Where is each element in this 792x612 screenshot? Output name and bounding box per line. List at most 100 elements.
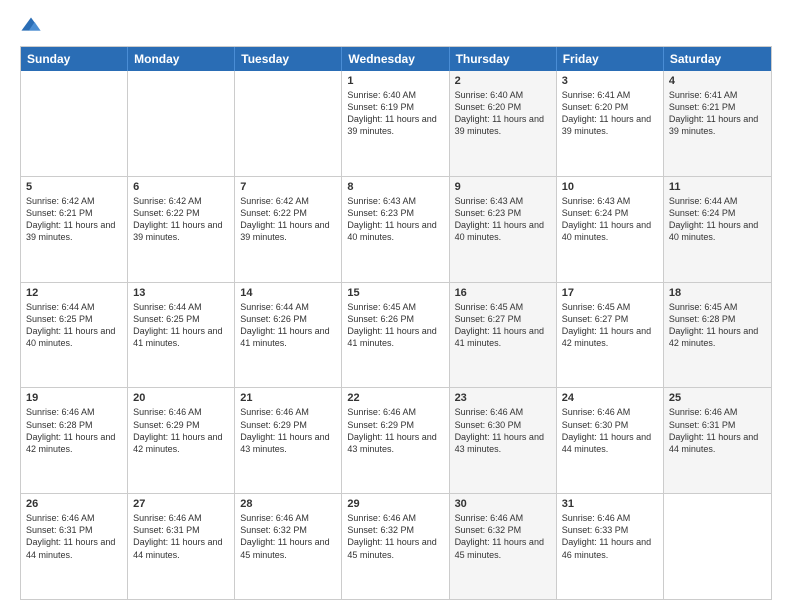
cal-cell-0-6: 4Sunrise: 6:41 AM Sunset: 6:21 PM Daylig… xyxy=(664,71,771,176)
cell-info: Sunrise: 6:42 AM Sunset: 6:21 PM Dayligh… xyxy=(26,195,122,244)
day-number: 2 xyxy=(455,75,551,87)
cal-cell-2-2: 14 Sunrise: 6:44 AM Sunset: 6:26 PM Dayli… xyxy=(235,283,342,388)
cal-cell-4-2: 28 Sunrise: 6:46 AM Sunset: 6:32 PM Dayli… xyxy=(235,494,342,599)
cell-info: Sunrise: 6:42 AM Sunset: 6:22 PM Dayligh… xyxy=(133,195,229,244)
cal-cell-0-0 xyxy=(21,71,128,176)
day-number: 24 xyxy=(562,392,658,404)
day-number: 20 xyxy=(133,392,229,404)
day-number: 28 xyxy=(240,498,336,510)
day-number: 16 xyxy=(455,287,551,299)
cal-cell-4-5: 31 Sunrise: 6:46 AM Sunset: 6:33 PM Dayli… xyxy=(557,494,664,599)
cell-info: Sunrise: 6:46 AM Sunset: 6:32 PM Dayligh… xyxy=(347,512,443,561)
cal-cell-1-5: 10 Sunrise: 6:43 AM Sunset: 6:24 PM Dayli… xyxy=(557,177,664,282)
cal-cell-4-1: 27 Sunrise: 6:46 AM Sunset: 6:31 PM Dayli… xyxy=(128,494,235,599)
cell-info: Sunrise: 6:43 AM Sunset: 6:23 PM Dayligh… xyxy=(347,195,443,244)
header-sunday: Sunday xyxy=(21,47,128,71)
logo xyxy=(20,16,46,38)
cal-cell-1-0: 5Sunrise: 6:42 AM Sunset: 6:21 PM Daylig… xyxy=(21,177,128,282)
cal-cell-4-3: 29Sunrise: 6:46 AM Sunset: 6:32 PM Dayli… xyxy=(342,494,449,599)
day-number: 17 xyxy=(562,287,658,299)
cal-cell-2-3: 15 Sunrise: 6:45 AM Sunset: 6:26 PM Dayli… xyxy=(342,283,449,388)
cell-info: Sunrise: 6:46 AM Sunset: 6:30 PM Dayligh… xyxy=(562,406,658,455)
cal-cell-3-1: 20 Sunrise: 6:46 AM Sunset: 6:29 PM Dayli… xyxy=(128,388,235,493)
cell-info: Sunrise: 6:43 AM Sunset: 6:23 PM Dayligh… xyxy=(455,195,551,244)
cal-cell-1-2: 7 Sunrise: 6:42 AM Sunset: 6:22 PM Daylig… xyxy=(235,177,342,282)
calendar-row-3: 19 Sunrise: 6:46 AM Sunset: 6:28 PM Dayli… xyxy=(21,388,771,494)
cell-info: Sunrise: 6:46 AM Sunset: 6:28 PM Dayligh… xyxy=(26,406,122,455)
cal-cell-1-6: 11 Sunrise: 6:44 AM Sunset: 6:24 PM Dayli… xyxy=(664,177,771,282)
cal-cell-0-1 xyxy=(128,71,235,176)
calendar-row-0: 1 Sunrise: 6:40 AM Sunset: 6:19 PM Daylig… xyxy=(21,71,771,177)
day-number: 23 xyxy=(455,392,551,404)
day-number: 13 xyxy=(133,287,229,299)
day-number: 12 xyxy=(26,287,122,299)
cal-cell-2-0: 12 Sunrise: 6:44 AM Sunset: 6:25 PM Dayli… xyxy=(21,283,128,388)
cell-info: Sunrise: 6:46 AM Sunset: 6:32 PM Dayligh… xyxy=(240,512,336,561)
cal-cell-2-1: 13 Sunrise: 6:44 AM Sunset: 6:25 PM Dayli… xyxy=(128,283,235,388)
cell-info: Sunrise: 6:46 AM Sunset: 6:30 PM Dayligh… xyxy=(455,406,551,455)
cell-info: Sunrise: 6:43 AM Sunset: 6:24 PM Dayligh… xyxy=(562,195,658,244)
day-number: 19 xyxy=(26,392,122,404)
page-header xyxy=(20,16,772,38)
cell-info: Sunrise: 6:46 AM Sunset: 6:29 PM Dayligh… xyxy=(347,406,443,455)
cal-cell-2-4: 16 Sunrise: 6:45 AM Sunset: 6:27 PM Dayli… xyxy=(450,283,557,388)
calendar-header: SundayMondayTuesdayWednesdayThursdayFrid… xyxy=(21,47,771,71)
cal-cell-3-6: 25Sunrise: 6:46 AM Sunset: 6:31 PM Dayli… xyxy=(664,388,771,493)
day-number: 31 xyxy=(562,498,658,510)
cell-info: Sunrise: 6:44 AM Sunset: 6:26 PM Dayligh… xyxy=(240,301,336,350)
day-number: 7 xyxy=(240,181,336,193)
cal-cell-4-0: 26Sunrise: 6:46 AM Sunset: 6:31 PM Dayli… xyxy=(21,494,128,599)
calendar-row-1: 5Sunrise: 6:42 AM Sunset: 6:21 PM Daylig… xyxy=(21,177,771,283)
day-number: 11 xyxy=(669,181,766,193)
cell-info: Sunrise: 6:44 AM Sunset: 6:25 PM Dayligh… xyxy=(26,301,122,350)
header-tuesday: Tuesday xyxy=(235,47,342,71)
calendar-body: 1 Sunrise: 6:40 AM Sunset: 6:19 PM Daylig… xyxy=(21,71,771,599)
day-number: 4 xyxy=(669,75,766,87)
day-number: 26 xyxy=(26,498,122,510)
cell-info: Sunrise: 6:40 AM Sunset: 6:19 PM Dayligh… xyxy=(347,89,443,138)
cal-cell-2-5: 17 Sunrise: 6:45 AM Sunset: 6:27 PM Dayli… xyxy=(557,283,664,388)
day-number: 1 xyxy=(347,75,443,87)
cell-info: Sunrise: 6:42 AM Sunset: 6:22 PM Dayligh… xyxy=(240,195,336,244)
cal-cell-3-0: 19 Sunrise: 6:46 AM Sunset: 6:28 PM Dayli… xyxy=(21,388,128,493)
calendar: SundayMondayTuesdayWednesdayThursdayFrid… xyxy=(20,46,772,600)
header-saturday: Saturday xyxy=(664,47,771,71)
cal-cell-3-3: 22 Sunrise: 6:46 AM Sunset: 6:29 PM Dayli… xyxy=(342,388,449,493)
day-number: 18 xyxy=(669,287,766,299)
day-number: 22 xyxy=(347,392,443,404)
cell-info: Sunrise: 6:46 AM Sunset: 6:33 PM Dayligh… xyxy=(562,512,658,561)
cell-info: Sunrise: 6:46 AM Sunset: 6:29 PM Dayligh… xyxy=(240,406,336,455)
cell-info: Sunrise: 6:45 AM Sunset: 6:28 PM Dayligh… xyxy=(669,301,766,350)
cal-cell-4-4: 30 Sunrise: 6:46 AM Sunset: 6:32 PM Dayli… xyxy=(450,494,557,599)
day-number: 27 xyxy=(133,498,229,510)
cell-info: Sunrise: 6:45 AM Sunset: 6:26 PM Dayligh… xyxy=(347,301,443,350)
cal-cell-0-2 xyxy=(235,71,342,176)
cell-info: Sunrise: 6:46 AM Sunset: 6:32 PM Dayligh… xyxy=(455,512,551,561)
cell-info: Sunrise: 6:46 AM Sunset: 6:31 PM Dayligh… xyxy=(133,512,229,561)
day-number: 15 xyxy=(347,287,443,299)
cal-cell-2-6: 18 Sunrise: 6:45 AM Sunset: 6:28 PM Dayli… xyxy=(664,283,771,388)
cell-info: Sunrise: 6:44 AM Sunset: 6:24 PM Dayligh… xyxy=(669,195,766,244)
day-number: 25 xyxy=(669,392,766,404)
cal-cell-1-4: 9Sunrise: 6:43 AM Sunset: 6:23 PM Daylig… xyxy=(450,177,557,282)
cell-info: Sunrise: 6:45 AM Sunset: 6:27 PM Dayligh… xyxy=(455,301,551,350)
day-number: 14 xyxy=(240,287,336,299)
cal-cell-3-4: 23 Sunrise: 6:46 AM Sunset: 6:30 PM Dayli… xyxy=(450,388,557,493)
calendar-row-4: 26 Sunrise: 6:46 AM Sunset: 6:31 PM Dayli… xyxy=(21,494,771,599)
cell-info: Sunrise: 6:45 AM Sunset: 6:27 PM Dayligh… xyxy=(562,301,658,350)
cal-cell-1-1: 6Sunrise: 6:42 AM Sunset: 6:22 PM Daylig… xyxy=(128,177,235,282)
cell-info: Sunrise: 6:44 AM Sunset: 6:25 PM Dayligh… xyxy=(133,301,229,350)
header-friday: Friday xyxy=(557,47,664,71)
header-wednesday: Wednesday xyxy=(342,47,449,71)
cal-cell-1-3: 8 Sunrise: 6:43 AM Sunset: 6:23 PM Daylig… xyxy=(342,177,449,282)
header-monday: Monday xyxy=(128,47,235,71)
day-number: 10 xyxy=(562,181,658,193)
cal-cell-0-5: 3Sunrise: 6:41 AM Sunset: 6:20 PM Daylig… xyxy=(557,71,664,176)
cal-cell-3-2: 21 Sunrise: 6:46 AM Sunset: 6:29 PM Dayli… xyxy=(235,388,342,493)
cell-info: Sunrise: 6:46 AM Sunset: 6:29 PM Dayligh… xyxy=(133,406,229,455)
day-number: 30 xyxy=(455,498,551,510)
day-number: 8 xyxy=(347,181,443,193)
cal-cell-0-3: 1 Sunrise: 6:40 AM Sunset: 6:19 PM Daylig… xyxy=(342,71,449,176)
calendar-row-2: 12 Sunrise: 6:44 AM Sunset: 6:25 PM Dayli… xyxy=(21,283,771,389)
day-number: 21 xyxy=(240,392,336,404)
